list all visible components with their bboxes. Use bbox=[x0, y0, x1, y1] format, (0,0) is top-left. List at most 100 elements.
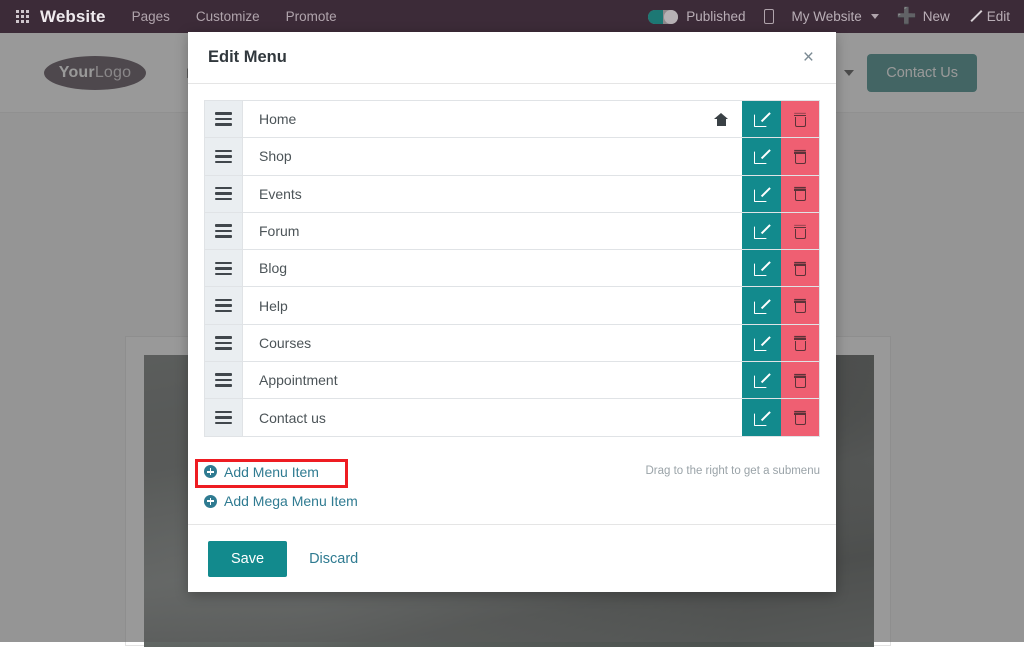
website-selector-label: My Website bbox=[792, 9, 862, 24]
drag-handle-icon[interactable] bbox=[205, 399, 243, 435]
apps-grid-icon[interactable] bbox=[14, 9, 30, 25]
edit-button[interactable]: Edit bbox=[968, 9, 1010, 24]
delete-menu-item-button[interactable] bbox=[781, 138, 820, 174]
edit-icon bbox=[754, 373, 769, 387]
menu-item-label: Blog bbox=[243, 250, 742, 286]
new-button[interactable]: ➕ New bbox=[897, 9, 950, 25]
website-selector[interactable]: My Website bbox=[792, 9, 879, 24]
menu-item-row: Home bbox=[205, 101, 819, 138]
edit-menu-item-button[interactable] bbox=[742, 138, 781, 174]
trash-icon bbox=[794, 411, 806, 425]
edit-menu-item-button[interactable] bbox=[742, 287, 781, 323]
menu-item-label: Courses bbox=[243, 325, 742, 361]
add-mega-menu-item-link[interactable]: Add Mega Menu Item bbox=[204, 493, 358, 509]
delete-menu-item-button[interactable] bbox=[781, 362, 820, 398]
menu-item-label: Help bbox=[243, 287, 742, 323]
delete-menu-item-button[interactable] bbox=[781, 250, 820, 286]
trash-icon bbox=[794, 336, 806, 350]
edit-icon bbox=[754, 261, 769, 275]
menu-item-row: Blog bbox=[205, 250, 819, 287]
dialog-header: Edit Menu × bbox=[188, 32, 836, 84]
app-brand-title[interactable]: Website bbox=[40, 7, 106, 27]
add-menu-item-link[interactable]: Add Menu Item bbox=[204, 464, 319, 480]
menu-item-row: Courses bbox=[205, 325, 819, 362]
topbar-menu-customize[interactable]: Customize bbox=[196, 9, 260, 24]
edit-menu-dialog: Edit Menu × HomeShopEventsForumBlogHelpC… bbox=[188, 32, 836, 592]
menu-item-row: Shop bbox=[205, 138, 819, 175]
pencil-icon bbox=[968, 10, 981, 23]
menu-item-label: Contact us bbox=[243, 399, 742, 435]
dialog-footer: Save Discard bbox=[188, 524, 836, 592]
trash-icon bbox=[794, 261, 806, 275]
topbar-menu-promote[interactable]: Promote bbox=[286, 9, 337, 24]
publish-toggle[interactable] bbox=[648, 10, 678, 24]
menu-item-row: Contact us bbox=[205, 399, 819, 436]
drag-hint-text: Drag to the right to get a submenu bbox=[645, 465, 820, 477]
add-links-area: Add Menu Item Add Mega Menu Item Drag to… bbox=[204, 459, 820, 513]
edit-menu-item-button[interactable] bbox=[742, 362, 781, 398]
delete-menu-item-button[interactable] bbox=[781, 399, 820, 435]
delete-menu-item-button[interactable] bbox=[781, 101, 820, 137]
menu-item-label: Shop bbox=[243, 138, 742, 174]
edit-icon bbox=[754, 336, 769, 350]
delete-menu-item-button[interactable] bbox=[781, 213, 820, 249]
plus-circle-icon bbox=[204, 495, 217, 508]
plus-icon: ➕ bbox=[897, 9, 917, 25]
odoo-topbar: Website Pages Customize Promote Publishe… bbox=[0, 0, 1024, 33]
edit-menu-item-button[interactable] bbox=[742, 101, 781, 137]
dialog-body: HomeShopEventsForumBlogHelpCoursesAppoin… bbox=[188, 84, 836, 524]
trash-icon bbox=[794, 187, 806, 201]
drag-handle-icon[interactable] bbox=[205, 287, 243, 323]
new-label: New bbox=[923, 9, 950, 24]
menu-item-label: Forum bbox=[243, 213, 742, 249]
menu-item-label: Appointment bbox=[243, 362, 742, 398]
edit-icon bbox=[754, 187, 769, 201]
edit-label: Edit bbox=[987, 9, 1010, 24]
add-menu-item-highlight: Add Menu Item bbox=[195, 459, 348, 489]
edit-menu-item-button[interactable] bbox=[742, 176, 781, 212]
edit-menu-item-button[interactable] bbox=[742, 399, 781, 435]
mobile-preview-icon[interactable] bbox=[764, 9, 774, 24]
publish-toggle-group[interactable]: Published bbox=[648, 9, 745, 24]
drag-handle-icon[interactable] bbox=[205, 362, 243, 398]
topbar-right: Published My Website ➕ New Edit bbox=[648, 9, 1024, 25]
trash-icon bbox=[794, 299, 806, 313]
publish-label: Published bbox=[686, 9, 745, 24]
trash-icon bbox=[794, 224, 806, 238]
delete-menu-item-button[interactable] bbox=[781, 176, 820, 212]
topbar-menu-pages[interactable]: Pages bbox=[132, 9, 170, 24]
trash-icon bbox=[794, 112, 806, 126]
page-root: YourLogo Ho Contact Us Website Pages Cus… bbox=[0, 0, 1024, 642]
edit-icon bbox=[754, 112, 769, 126]
drag-handle-icon[interactable] bbox=[205, 325, 243, 361]
add-mega-menu-item-row: Add Mega Menu Item bbox=[204, 493, 820, 513]
menu-item-label: Events bbox=[243, 176, 742, 212]
edit-icon bbox=[754, 224, 769, 238]
save-button[interactable]: Save bbox=[208, 541, 287, 577]
edit-menu-item-button[interactable] bbox=[742, 213, 781, 249]
menu-items-list: HomeShopEventsForumBlogHelpCoursesAppoin… bbox=[204, 100, 820, 437]
drag-handle-icon[interactable] bbox=[205, 213, 243, 249]
add-mega-menu-item-label: Add Mega Menu Item bbox=[224, 493, 358, 509]
menu-item-row: Help bbox=[205, 287, 819, 324]
discard-button[interactable]: Discard bbox=[299, 541, 368, 577]
menu-item-label: Home bbox=[243, 101, 714, 137]
plus-circle-icon bbox=[204, 465, 217, 478]
drag-handle-icon[interactable] bbox=[205, 101, 243, 137]
home-icon bbox=[714, 101, 742, 137]
add-menu-item-label: Add Menu Item bbox=[224, 464, 319, 480]
drag-handle-icon[interactable] bbox=[205, 250, 243, 286]
close-icon[interactable]: × bbox=[801, 48, 816, 67]
edit-menu-item-button[interactable] bbox=[742, 325, 781, 361]
edit-icon bbox=[754, 299, 769, 313]
topbar-menu: Pages Customize Promote bbox=[132, 9, 337, 24]
dialog-title: Edit Menu bbox=[208, 48, 287, 67]
drag-handle-icon[interactable] bbox=[205, 138, 243, 174]
delete-menu-item-button[interactable] bbox=[781, 287, 820, 323]
edit-icon bbox=[754, 149, 769, 163]
edit-menu-item-button[interactable] bbox=[742, 250, 781, 286]
menu-item-row: Forum bbox=[205, 213, 819, 250]
menu-item-row: Appointment bbox=[205, 362, 819, 399]
drag-handle-icon[interactable] bbox=[205, 176, 243, 212]
delete-menu-item-button[interactable] bbox=[781, 325, 820, 361]
